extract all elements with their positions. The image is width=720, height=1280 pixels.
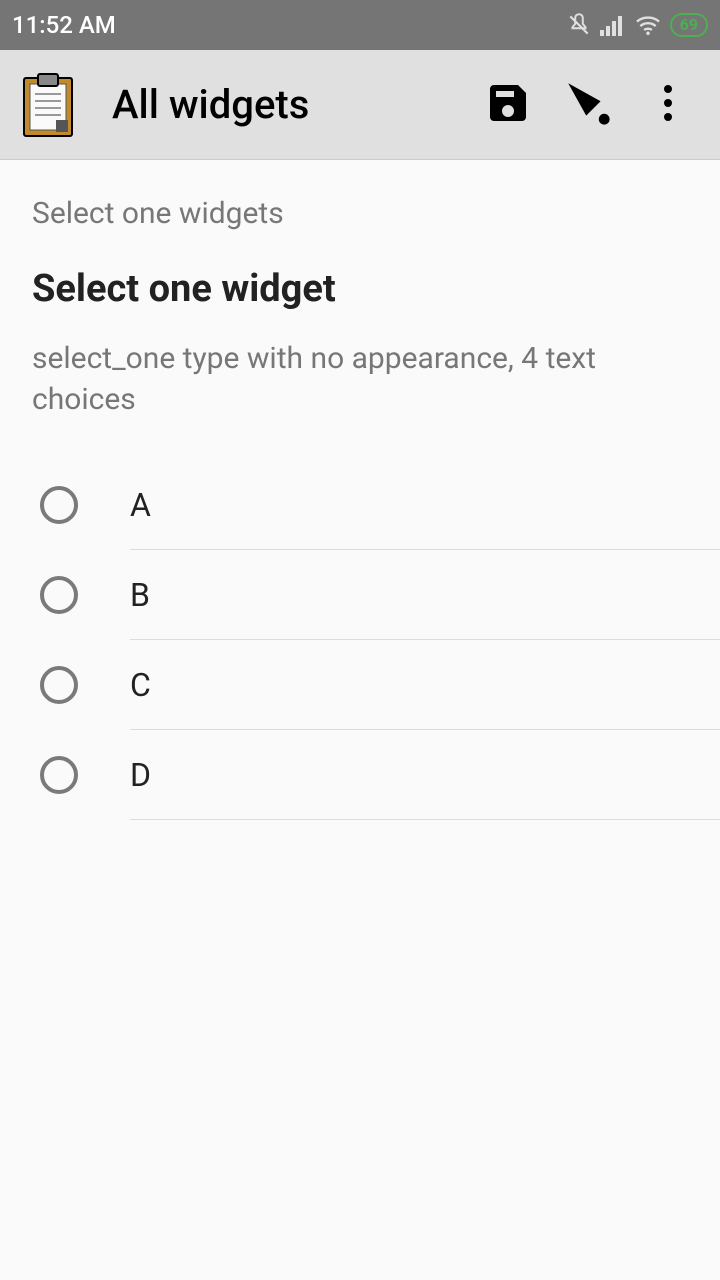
signal-icon bbox=[600, 14, 626, 36]
arrow-down-right-icon bbox=[561, 76, 615, 134]
option-label: D bbox=[130, 756, 151, 794]
save-button[interactable] bbox=[468, 65, 548, 145]
options-list: A B C D bbox=[32, 460, 720, 820]
option-label: C bbox=[130, 666, 151, 704]
radio-icon bbox=[40, 756, 78, 794]
save-icon bbox=[484, 79, 532, 131]
option-label: B bbox=[130, 576, 150, 614]
question-title: Select one widget bbox=[32, 267, 720, 311]
mute-icon bbox=[566, 12, 592, 38]
option-label-wrap: B bbox=[130, 550, 720, 640]
radio-icon bbox=[40, 666, 78, 704]
option-c[interactable]: C bbox=[32, 640, 720, 730]
option-label-wrap: C bbox=[130, 640, 720, 730]
option-d[interactable]: D bbox=[32, 730, 720, 820]
radio-icon bbox=[40, 486, 78, 524]
app-logo-icon bbox=[20, 69, 76, 141]
status-time: 11:52 AM bbox=[12, 11, 116, 39]
option-label-wrap: D bbox=[130, 730, 720, 820]
radio-icon bbox=[40, 576, 78, 614]
option-b[interactable]: B bbox=[32, 550, 720, 640]
breadcrumb: Select one widgets bbox=[32, 196, 720, 231]
option-a[interactable]: A bbox=[32, 460, 720, 550]
status-icons: 69 bbox=[566, 12, 708, 38]
question-hint: select_one type with no appearance, 4 te… bbox=[32, 339, 720, 420]
form-content: Select one widgets Select one widget sel… bbox=[0, 160, 720, 820]
app-title: All widgets bbox=[112, 81, 468, 128]
wifi-icon bbox=[634, 14, 662, 36]
option-label: A bbox=[130, 486, 151, 524]
more-button[interactable] bbox=[628, 65, 708, 145]
status-bar: 11:52 AM 69 bbox=[0, 0, 720, 50]
more-vert-icon bbox=[663, 83, 673, 127]
goto-button[interactable] bbox=[548, 65, 628, 145]
battery-icon: 69 bbox=[670, 13, 708, 37]
option-label-wrap: A bbox=[130, 460, 720, 550]
app-bar: All widgets bbox=[0, 50, 720, 160]
